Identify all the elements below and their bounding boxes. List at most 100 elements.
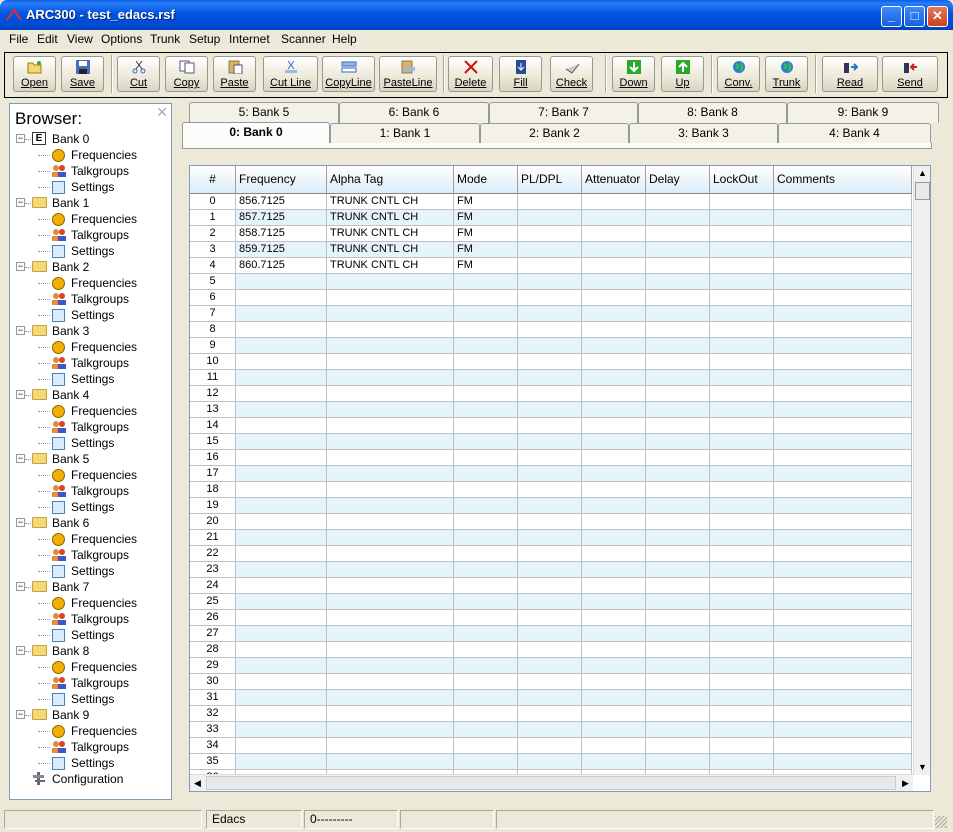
table-cell[interactable] [582, 690, 646, 706]
table-row[interactable]: 14 [190, 418, 912, 434]
tree-item-configuration[interactable]: Configuration [10, 771, 171, 787]
table-cell[interactable] [774, 274, 912, 290]
table-row[interactable]: 21 [190, 530, 912, 546]
table-cell[interactable] [710, 498, 774, 514]
table-cell[interactable] [454, 434, 518, 450]
table-cell[interactable] [582, 754, 646, 770]
menu-view[interactable]: View [67, 32, 93, 46]
table-cell[interactable]: TRUNK CNTL CH [327, 210, 454, 226]
table-cell[interactable] [646, 578, 710, 594]
tree-item-bank-8-talkgroups[interactable]: Talkgroups [10, 675, 171, 691]
table-cell[interactable] [774, 722, 912, 738]
table-row[interactable]: 30 [190, 674, 912, 690]
table-cell[interactable] [236, 418, 327, 434]
save-button[interactable]: Save [61, 56, 104, 92]
table-cell[interactable] [327, 754, 454, 770]
table-cell[interactable] [518, 450, 582, 466]
table-cell[interactable] [518, 242, 582, 258]
table-cell[interactable] [582, 706, 646, 722]
table-row[interactable]: 35 [190, 754, 912, 770]
collapse-icon[interactable]: − [16, 134, 25, 143]
horizontal-scrollbar[interactable]: ◀ ▶ [190, 774, 913, 791]
table-cell[interactable] [454, 306, 518, 322]
table-cell[interactable] [454, 418, 518, 434]
tree-item-bank-7-settings[interactable]: Settings [10, 627, 171, 643]
table-cell[interactable] [774, 258, 912, 274]
table-cell[interactable] [236, 306, 327, 322]
table-cell[interactable] [774, 738, 912, 754]
table-cell[interactable] [582, 418, 646, 434]
table-cell[interactable] [454, 354, 518, 370]
table-row[interactable]: 6 [190, 290, 912, 306]
table-cell[interactable] [327, 530, 454, 546]
table-cell[interactable] [454, 386, 518, 402]
menu-options[interactable]: Options [101, 32, 142, 46]
table-cell[interactable] [518, 690, 582, 706]
table-cell[interactable] [774, 226, 912, 242]
table-row[interactable]: 31 [190, 690, 912, 706]
table-cell[interactable] [710, 690, 774, 706]
table-cell[interactable] [646, 610, 710, 626]
table-cell[interactable] [774, 242, 912, 258]
table-cell[interactable] [236, 370, 327, 386]
table-cell[interactable] [774, 530, 912, 546]
table-cell[interactable] [646, 674, 710, 690]
tab-bank-4[interactable]: 4: Bank 4 [778, 123, 931, 144]
table-row[interactable]: 0 856.7125 TRUNK CNTL CH FM [190, 194, 912, 210]
table-cell[interactable] [710, 578, 774, 594]
tree-item-bank-2-frequencies[interactable]: Frequencies [10, 275, 171, 291]
table-cell[interactable] [646, 562, 710, 578]
table-cell[interactable] [327, 418, 454, 434]
tab-bank-1[interactable]: 1: Bank 1 [330, 123, 480, 144]
tree-item-bank-1-frequencies[interactable]: Frequencies [10, 211, 171, 227]
table-cell[interactable] [646, 418, 710, 434]
delete-button[interactable]: Delete [448, 56, 493, 92]
table-cell[interactable] [327, 354, 454, 370]
table-cell[interactable] [327, 642, 454, 658]
table-cell[interactable] [518, 738, 582, 754]
table-cell[interactable]: TRUNK CNTL CH [327, 194, 454, 210]
table-cell[interactable] [582, 274, 646, 290]
tree-item-bank-3-frequencies[interactable]: Frequencies [10, 339, 171, 355]
table-cell[interactable] [646, 482, 710, 498]
column-header-pl-dpl[interactable]: PL/DPL [518, 166, 582, 194]
table-cell[interactable] [454, 322, 518, 338]
table-cell[interactable] [236, 594, 327, 610]
tree-item-bank-4-talkgroups[interactable]: Talkgroups [10, 419, 171, 435]
table-cell[interactable]: FM [454, 226, 518, 242]
table-cell[interactable] [710, 450, 774, 466]
table-cell[interactable] [454, 466, 518, 482]
table-cell[interactable] [327, 738, 454, 754]
table-cell[interactable] [710, 642, 774, 658]
menu-file[interactable]: File [9, 32, 28, 46]
table-cell[interactable] [774, 626, 912, 642]
table-cell[interactable] [710, 386, 774, 402]
table-cell[interactable] [236, 466, 327, 482]
menu-scanner[interactable]: Scanner [281, 32, 326, 46]
table-row[interactable]: 24 [190, 578, 912, 594]
table-cell[interactable] [774, 290, 912, 306]
table-cell[interactable] [454, 450, 518, 466]
table-cell[interactable] [454, 370, 518, 386]
tree-item-bank-8[interactable]: − Bank 8 [10, 643, 171, 659]
table-cell[interactable]: FM [454, 194, 518, 210]
collapse-icon[interactable]: − [16, 390, 25, 399]
table-cell[interactable] [327, 274, 454, 290]
table-cell[interactable] [774, 322, 912, 338]
table-cell[interactable] [582, 626, 646, 642]
table-cell[interactable] [327, 594, 454, 610]
table-cell[interactable] [582, 674, 646, 690]
table-cell[interactable] [236, 578, 327, 594]
collapse-icon[interactable]: − [16, 454, 25, 463]
table-cell[interactable] [518, 626, 582, 642]
conv-button[interactable]: Conv. [717, 56, 760, 92]
table-cell[interactable] [454, 690, 518, 706]
tree-item-bank-7-frequencies[interactable]: Frequencies [10, 595, 171, 611]
table-cell[interactable] [710, 466, 774, 482]
table-cell[interactable] [236, 498, 327, 514]
table-cell[interactable] [518, 498, 582, 514]
table-cell[interactable] [236, 482, 327, 498]
check-button[interactable]: Check [550, 56, 593, 92]
table-cell[interactable] [454, 642, 518, 658]
table-cell[interactable] [327, 546, 454, 562]
